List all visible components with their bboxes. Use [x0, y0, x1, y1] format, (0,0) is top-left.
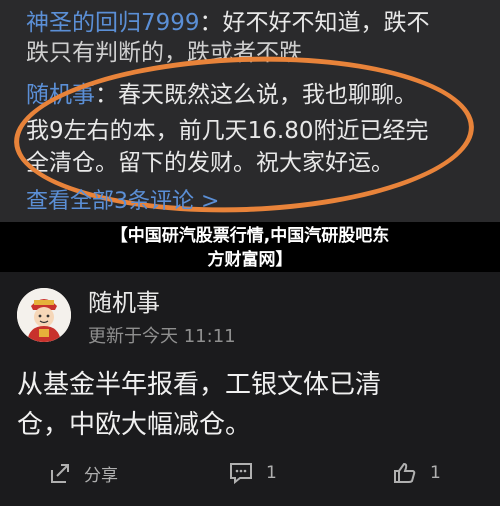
fortune-god-avatar-icon: [17, 288, 71, 342]
replies-panel: 神圣的回归7999：好不好不知道，跌不 跌只有判断的，跌或者不跌 随机事：春天既…: [0, 0, 500, 230]
post-author-name[interactable]: 随机事: [88, 283, 160, 318]
reply-1-line1: 神圣的回归7999：好不好不知道，跌不: [26, 6, 430, 40]
banner-line-1: 【中国研汽股票行情,中国汽研股吧东: [110, 226, 390, 246]
comment-icon: [230, 463, 252, 485]
share-icon: [51, 464, 69, 483]
post-body: 从基金半年报看，工银文体已清 仓，中欧大幅减仓。: [17, 365, 381, 445]
avatar[interactable]: [17, 288, 71, 342]
banner-line-2: 方财富网】: [207, 250, 293, 270]
comment-button[interactable]: 1: [228, 458, 277, 488]
share-label: 分享: [84, 465, 118, 486]
like-count: 1: [430, 463, 441, 483]
view-all-comments-link[interactable]: 查看全部3条评论 >: [26, 183, 219, 215]
share-button[interactable]: 分享: [48, 458, 118, 488]
reply-1-username[interactable]: 神圣的回归7999: [26, 10, 200, 36]
post-body-line-2: 仓，中欧大幅减仓。: [17, 410, 252, 440]
post-timestamp: 更新于今天 11:11: [88, 326, 236, 347]
thumbs-up-icon: [394, 462, 416, 483]
reply-1-text: ：好不好不知道，跌不: [199, 10, 430, 36]
title-banner: 【中国研汽股票行情,中国汽研股吧东 方财富网】: [0, 222, 500, 272]
post-body-line-1: 从基金半年报看，工银文体已清: [17, 370, 382, 400]
like-button[interactable]: 1: [392, 458, 441, 488]
comment-count: 1: [266, 463, 277, 483]
